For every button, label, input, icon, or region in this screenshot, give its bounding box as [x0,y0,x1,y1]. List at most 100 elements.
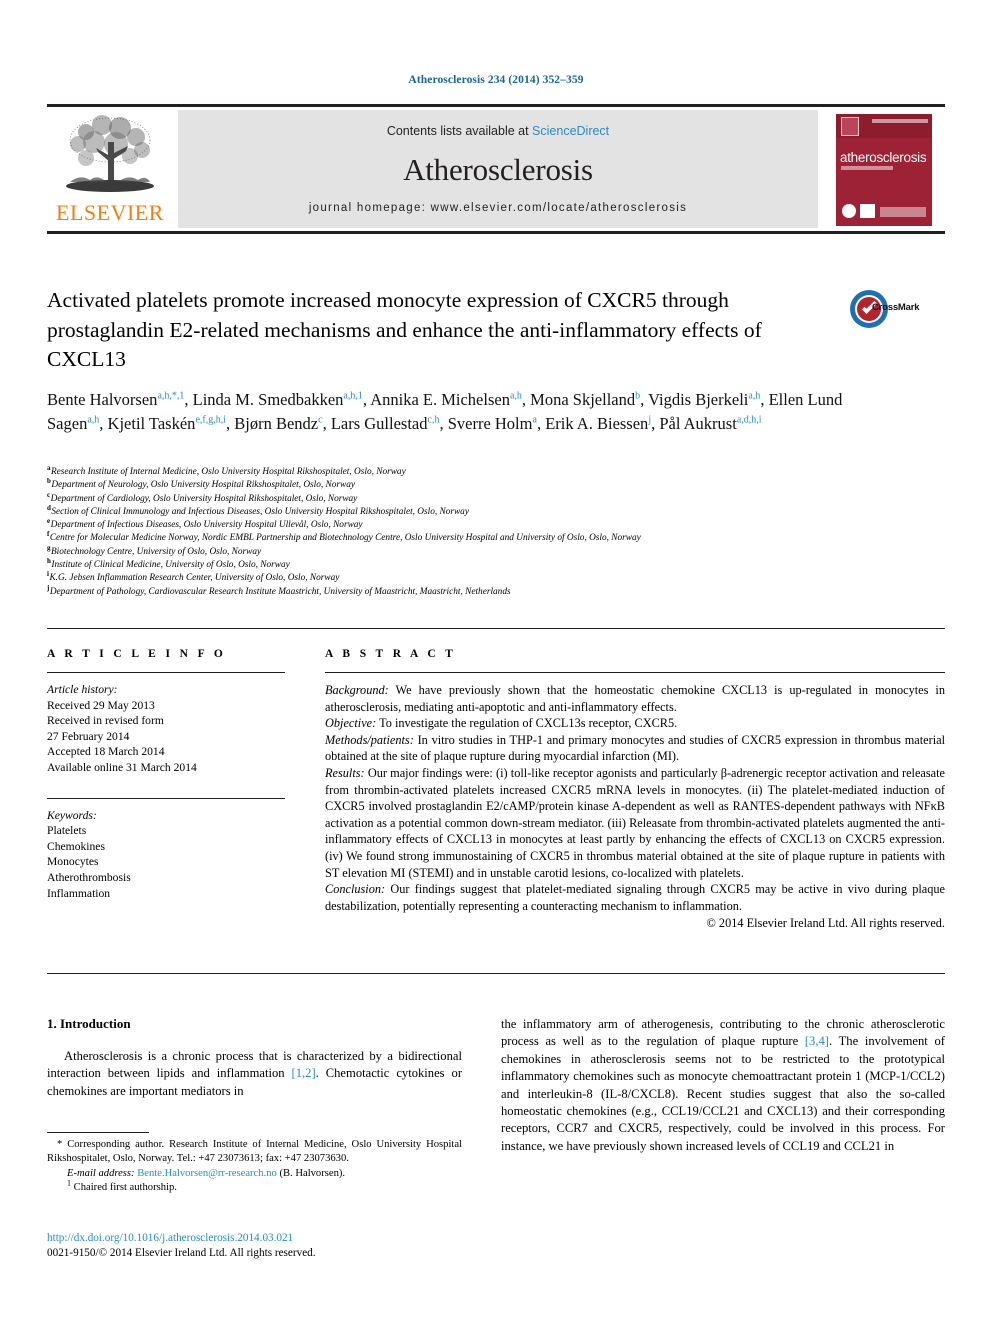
article-history-block: Article history: Received 29 May 2013 Rec… [47,682,285,776]
abstract-rule [325,672,945,673]
doi-link[interactable]: http://dx.doi.org/10.1016/j.atherosclero… [47,1231,462,1246]
keyword-item: Monocytes [47,855,99,869]
abstract-section-text: Our major findings were: (i) toll-like r… [325,765,945,880]
author-affiliation-marks: a,h [509,390,522,402]
article-history-items: Received 29 May 2013 Received in revised … [47,698,285,776]
author-name: Kjetil Taskén [107,413,196,433]
keyword-items: Platelets Chemokines Monocytes Atherothromb… [47,823,285,901]
elsevier-tree-icon [66,115,154,192]
affiliation-item: gBiotechnology Centre, University of Osl… [47,544,927,559]
contents-prefix: Contents lists available at [386,124,533,138]
author-name: Mona Skjelland [530,390,636,409]
article-info-heading: A R T I C L E I N F O [47,648,227,660]
author-list: Bente Halvorsena,h,*,1, Linda M. Smedbak… [47,390,843,433]
affiliation-text: Department of Cardiology, Oslo Universit… [50,493,358,504]
introduction-heading: 1. Introduction [47,1016,131,1031]
affiliation-item: cDepartment of Cardiology, Oslo Universi… [47,491,927,506]
abstract-section-text: To investigate the regulation of CXCL13s… [376,716,678,731]
sciencedirect-link[interactable]: ScienceDirect [532,124,609,138]
author-name: Bente Halvorsen [47,390,158,409]
corresponding-author-note: * Corresponding author. Research Institu… [47,1139,462,1165]
author-affiliation-marks: j [648,414,652,425]
abstract-body: Background: We have previously shown tha… [325,682,945,914]
author-affiliation-marks: a [532,414,537,425]
affiliation-text: Department of Neurology, Oslo University… [51,480,356,491]
author-affiliation-marks: a,h,1 [343,390,363,402]
abstract-section-label: Background: [325,683,389,697]
keywords-block: Keywords: Platelets Chemokines Monocytes At… [47,808,285,902]
intro-right-text-b: . The involvement of chemokines in ather… [501,1034,945,1153]
abstract-section-text: We have previously shown that the homeos… [325,683,945,714]
article-history-item: Accepted 18 March 2014 [47,745,165,759]
affiliation-item: eDepartment of Infectious Diseases, Oslo… [47,518,927,532]
author-affiliation-marks: a,d,h,i [736,414,762,425]
cover-society-text [880,207,926,217]
abstract-section-text: In vitro studies in THP-1 and primary mo… [325,732,945,764]
affiliation-item: iK.G. Jebsen Inflammation Research Cente… [47,571,927,585]
cover-subtitle-block [841,166,893,170]
abstract-section-label: Results: [325,765,365,780]
cover-art: atherosclerosis [836,114,932,226]
author-affiliation-marks: c [318,414,323,425]
article-info-rule [47,672,285,673]
article-history-item: Received in revised form [47,714,164,728]
author-name: Vigdis Bjerkeli [648,390,749,409]
email-owner: (B. Halvorsen). [279,1167,346,1179]
affiliation-item: hInstitute of Clinical Medicine, Univers… [47,557,927,572]
keyword-item: Chemokines [47,839,105,853]
abstract-section: Conclusion: Our findings suggest that pl… [325,881,945,914]
email-label: E-mail address: [67,1167,135,1179]
abstract-section: Results: Our major findings were: (i) to… [325,765,945,881]
masthead-center-box: Contents lists available at ScienceDirec… [178,110,818,228]
citation-link-1-2[interactable]: [1,2] [292,1066,316,1080]
author-affiliation-marks: b [635,390,641,402]
author-affiliation-marks: a,h [748,390,761,402]
journal-masthead: ELSEVIER Contents lists available at Sci… [47,104,945,234]
keywords-label: Keywords: [47,808,97,822]
email-link[interactable]: Bente.Halvorsen@rr-research.no [137,1168,277,1179]
abstract-section: Methods/patients: In vitro studies in TH… [325,732,945,765]
info-band-bottom-rule [47,973,945,974]
keywords-rule [47,797,285,799]
affiliation-item: dSection of Clinical Immunology and Infe… [47,504,927,519]
abstract-heading: A B S T R A C T [325,648,457,660]
intro-paragraph-right: the inflammatory arm of atherogenesis, c… [501,1016,945,1155]
article-page: Atherosclerosis 234 (2014) 352–359 ELSEV… [0,0,992,1323]
citation-link-3-4[interactable]: [3,4] [805,1034,829,1048]
author-name: Erik A. Biessen [545,413,649,433]
contents-available-line: Contents lists available at ScienceDirec… [178,124,818,138]
doi-block: http://dx.doi.org/10.1016/j.atherosclero… [47,1231,462,1261]
issn-copyright-line: 0021-9150/© 2014 Elsevier Ireland Ltd. A… [47,1247,316,1260]
article-history-item: 27 February 2014 [47,729,130,743]
cover-journal-title: atherosclerosis [840,150,927,165]
email-note: E-mail address: Bente.Halvorsen@rr-resea… [47,1167,462,1181]
article-history-item: Available online 31 March 2014 [47,760,197,774]
crossmark-badge[interactable]: CrossMark [849,289,923,333]
crossmark-label: CrossMark [872,302,920,313]
affiliation-text: Institute of Clinical Medicine, Universi… [51,560,290,571]
footnote-block: * Corresponding author. Research Institu… [47,1138,462,1196]
affiliation-text: Centre for Molecular Medicine Norway, No… [49,533,641,544]
intro-paragraph-left: Atherosclerosis is a chronic process tha… [47,1048,462,1100]
affiliation-item: fCentre for Molecular Medicine Norway, N… [47,531,927,545]
affiliation-list: aResearch Institute of Internal Medicine… [47,464,927,599]
journal-title: Atherosclerosis [403,152,593,187]
author-name: Linda M. Smedbakken [192,390,344,409]
body-right-column: the inflammatory arm of atherogenesis, c… [501,1016,945,1155]
cover-society-logo-1 [842,204,856,218]
author-name: Bjørn Bendz [234,413,319,433]
author-affiliation-marks: c,h [427,414,440,425]
author-affiliation-marks: e,f,g,h,i [195,414,226,425]
affiliation-text: Section of Clinical Immunology and Infec… [51,506,469,517]
article-history-label: Article history: [47,683,118,696]
elsevier-wordmark: ELSEVIER [56,200,164,225]
masthead-top-rule [47,104,945,107]
cover-elsevier-mark [841,117,859,136]
info-band-top-rule [47,628,945,629]
author-name: Pål Aukrust [659,413,737,433]
affiliation-item: aResearch Institute of Internal Medicine… [47,464,927,479]
journal-homepage-line[interactable]: journal homepage: www.elsevier.com/locat… [178,202,818,214]
abstract-section-text: Our findings suggest that platelet-media… [325,882,945,913]
footnote-one-text: Chaired first authorship. [73,1182,177,1194]
elsevier-logo: ELSEVIER [50,112,170,228]
